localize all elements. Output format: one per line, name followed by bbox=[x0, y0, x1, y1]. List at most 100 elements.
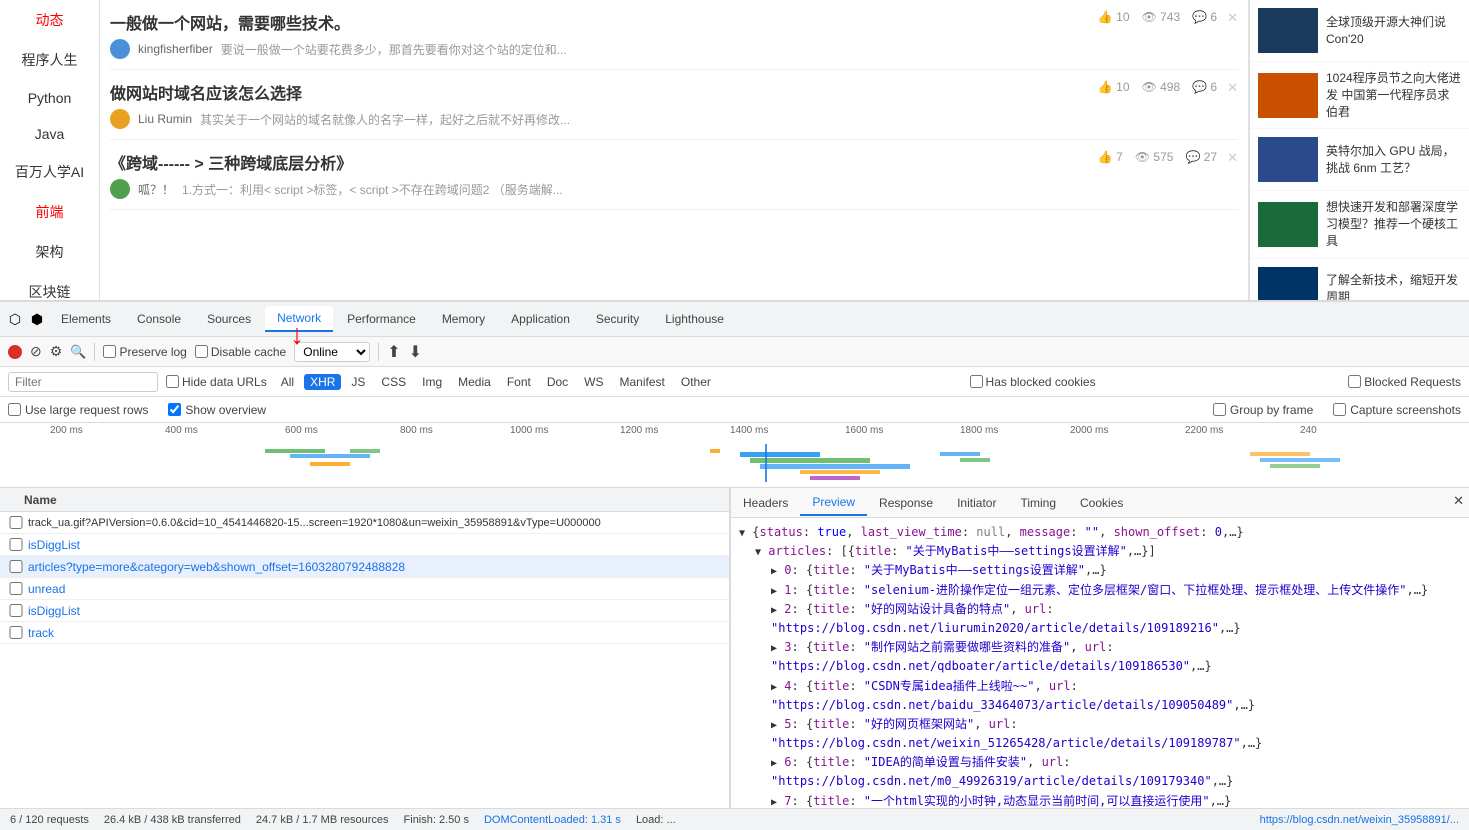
detail-tab-cookies[interactable]: Cookies bbox=[1068, 491, 1135, 515]
filter-tag-manifest[interactable]: Manifest bbox=[614, 374, 671, 390]
table-row[interactable]: articles?type=more&category=web&shown_of… bbox=[0, 556, 729, 578]
devtools-icon-split[interactable]: ⬢ bbox=[27, 309, 47, 329]
show-overview-option[interactable]: Show overview bbox=[168, 403, 266, 417]
filter-tag-all[interactable]: All bbox=[275, 374, 300, 390]
import-button[interactable]: ⬆ bbox=[387, 342, 400, 362]
request-name-0[interactable]: track_ua.gif?APIVersion=0.6.0&cid=10_454… bbox=[28, 517, 721, 529]
show-overview-checkbox[interactable] bbox=[168, 403, 181, 416]
detail-tab-headers[interactable]: Headers bbox=[731, 491, 800, 515]
filter-tag-css[interactable]: CSS bbox=[375, 374, 412, 390]
right-item-2[interactable]: 英特尔加入 GPU 战局，挑战 6nm 工艺？ bbox=[1250, 129, 1469, 191]
preserve-log-label[interactable]: Preserve log bbox=[103, 345, 186, 359]
preserve-log-checkbox[interactable] bbox=[103, 345, 116, 358]
filter-input[interactable] bbox=[8, 372, 158, 392]
sidebar-item-chengxu[interactable]: 程序人生 bbox=[0, 40, 99, 80]
export-button[interactable]: ⬇ bbox=[409, 342, 422, 362]
detail-tab-timing[interactable]: Timing bbox=[1008, 491, 1068, 515]
detail-tab-preview[interactable]: Preview bbox=[800, 490, 867, 516]
tab-lighthouse[interactable]: Lighthouse bbox=[653, 307, 736, 331]
table-row[interactable]: track_ua.gif?APIVersion=0.6.0&cid=10_454… bbox=[0, 512, 729, 534]
request-name-4[interactable]: isDiggList bbox=[28, 604, 721, 618]
json-toggle-2[interactable] bbox=[771, 563, 777, 577]
tab-memory[interactable]: Memory bbox=[430, 307, 497, 331]
hide-data-urls-checkbox[interactable] bbox=[166, 375, 179, 388]
tab-network[interactable]: Network bbox=[265, 306, 333, 332]
row-checkbox-3[interactable] bbox=[8, 582, 24, 595]
right-item-0[interactable]: 全球顶级开源大神们说 Con'20 bbox=[1250, 0, 1469, 62]
group-by-frame-checkbox[interactable] bbox=[1213, 403, 1226, 416]
article-close-2[interactable]: ✕ bbox=[1227, 80, 1238, 96]
article-close-3[interactable]: ✕ bbox=[1227, 150, 1238, 166]
blocked-requests-checkbox[interactable] bbox=[1348, 375, 1361, 388]
hide-data-urls-label[interactable]: Hide data URLs bbox=[166, 375, 267, 389]
throttle-select[interactable]: Online Fast 3G Slow 3G Offline bbox=[294, 342, 370, 362]
large-rows-checkbox[interactable] bbox=[8, 403, 21, 416]
row-checkbox-2[interactable] bbox=[8, 560, 24, 573]
group-by-frame-option[interactable]: Group by frame bbox=[1213, 403, 1313, 417]
table-row[interactable]: unread bbox=[0, 578, 729, 600]
filter-tag-media[interactable]: Media bbox=[452, 374, 497, 390]
row-checkbox-4[interactable] bbox=[8, 604, 24, 617]
tab-console[interactable]: Console bbox=[125, 307, 193, 331]
row-checkbox-5[interactable] bbox=[8, 626, 24, 639]
json-toggle-8[interactable] bbox=[771, 755, 777, 769]
json-toggle-1[interactable] bbox=[755, 544, 761, 558]
json-toggle-4[interactable] bbox=[771, 602, 777, 616]
article-close-1[interactable]: ✕ bbox=[1227, 10, 1238, 26]
tab-sources[interactable]: Sources bbox=[195, 307, 263, 331]
right-item-3[interactable]: 想快速开发和部署深度学习模型？推荐一个硬核工具 bbox=[1250, 191, 1469, 258]
tab-security[interactable]: Security bbox=[584, 307, 651, 331]
article-title-1[interactable]: 一般做一个网站，需要哪些技术。 bbox=[110, 10, 1098, 34]
detail-tab-initiator[interactable]: Initiator bbox=[945, 491, 1008, 515]
right-item-4[interactable]: 了解全新技术，缩短开发周期 bbox=[1250, 259, 1469, 300]
sidebar-item-dongtai[interactable]: 动态 bbox=[0, 0, 99, 40]
filter-tag-doc[interactable]: Doc bbox=[541, 374, 574, 390]
sidebar-item-python[interactable]: Python bbox=[0, 80, 99, 116]
capture-screenshots-option[interactable]: Capture screenshots bbox=[1333, 403, 1461, 417]
detail-close-button[interactable]: ✕ bbox=[1453, 493, 1464, 509]
tab-performance[interactable]: Performance bbox=[335, 307, 428, 331]
json-toggle-3[interactable] bbox=[771, 583, 777, 597]
blocked-requests-label[interactable]: Blocked Requests bbox=[1348, 375, 1461, 389]
table-row[interactable]: isDiggList bbox=[0, 600, 729, 622]
sidebar-item-ai[interactable]: 百万人学AI bbox=[0, 152, 99, 192]
request-name-5[interactable]: track bbox=[28, 626, 721, 640]
has-blocked-cookies-label[interactable]: Has blocked cookies bbox=[970, 375, 1096, 389]
large-rows-option[interactable]: Use large request rows bbox=[8, 403, 148, 417]
disable-cache-label[interactable]: Disable cache bbox=[195, 345, 286, 359]
has-blocked-cookies-checkbox[interactable] bbox=[970, 375, 983, 388]
filter-tag-xhr[interactable]: XHR bbox=[304, 374, 341, 390]
table-row[interactable]: isDiggList bbox=[0, 534, 729, 556]
devtools-icon-cursor[interactable]: ⬡ bbox=[5, 309, 25, 329]
search-button[interactable]: 🔍 bbox=[70, 344, 86, 360]
json-toggle-9[interactable] bbox=[771, 794, 777, 808]
footer-url[interactable]: https://blog.csdn.net/weixin_35958891/..… bbox=[1260, 814, 1459, 826]
row-checkbox-0[interactable] bbox=[8, 516, 24, 529]
sidebar-item-jiagou[interactable]: 架构 bbox=[0, 232, 99, 272]
detail-content[interactable]: {status: true, last_view_time: null, mes… bbox=[731, 518, 1469, 808]
filter-tag-js[interactable]: JS bbox=[345, 374, 371, 390]
capture-screenshots-checkbox[interactable] bbox=[1333, 403, 1346, 416]
row-checkbox-1[interactable] bbox=[8, 538, 24, 551]
filter-tag-ws[interactable]: WS bbox=[578, 374, 609, 390]
detail-tab-response[interactable]: Response bbox=[867, 491, 945, 515]
filter-tag-img[interactable]: Img bbox=[416, 374, 448, 390]
sidebar-item-frontend[interactable]: 前端 bbox=[0, 192, 99, 232]
record-button[interactable] bbox=[8, 345, 22, 359]
request-name-2[interactable]: articles?type=more&category=web&shown_of… bbox=[28, 560, 721, 574]
tab-application[interactable]: Application bbox=[499, 307, 582, 331]
request-name-1[interactable]: isDiggList bbox=[28, 538, 721, 552]
sidebar-item-java[interactable]: Java bbox=[0, 116, 99, 152]
filter-tag-other[interactable]: Other bbox=[675, 374, 717, 390]
json-toggle-7[interactable] bbox=[771, 717, 777, 731]
filter-tag-font[interactable]: Font bbox=[501, 374, 537, 390]
json-toggle-0[interactable] bbox=[739, 525, 745, 539]
article-title-2[interactable]: 做网站时域名应该怎么选择 bbox=[110, 80, 1098, 104]
json-toggle-6[interactable] bbox=[771, 679, 777, 693]
json-toggle-5[interactable] bbox=[771, 640, 777, 654]
disable-cache-checkbox[interactable] bbox=[195, 345, 208, 358]
footer-url-link[interactable]: https://blog.csdn.net/weixin_35958891/..… bbox=[1260, 814, 1459, 826]
filter-icon[interactable]: ⚙ bbox=[50, 343, 63, 360]
clear-button[interactable]: ⊘ bbox=[30, 343, 42, 360]
right-item-1[interactable]: 1024程序员节之向大佬进发 中国第一代程序员求伯君 bbox=[1250, 62, 1469, 129]
